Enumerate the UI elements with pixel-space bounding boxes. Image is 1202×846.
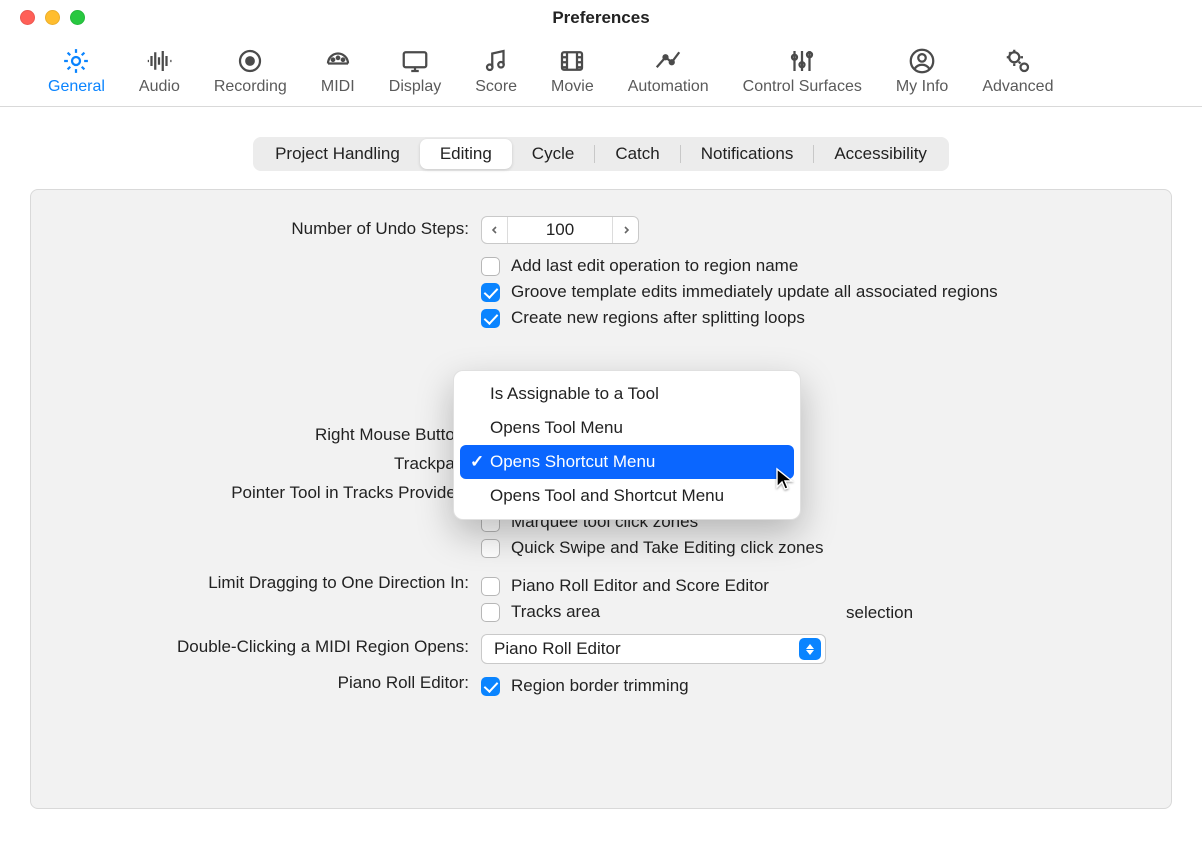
checkbox-label: Region border trimming bbox=[511, 676, 689, 696]
tab-editing[interactable]: Editing bbox=[420, 139, 512, 169]
subtabs: Project Handling Editing Cycle Catch Not… bbox=[253, 137, 949, 171]
undo-steps-stepper[interactable]: 100 bbox=[481, 216, 639, 244]
popup-value: Piano Roll Editor bbox=[494, 639, 621, 659]
window-controls bbox=[20, 10, 85, 25]
film-icon bbox=[555, 44, 589, 78]
checkbox-label: Add last edit operation to region name bbox=[511, 256, 798, 276]
toolbar-automation[interactable]: Automation bbox=[620, 40, 717, 98]
checkbox-quick-swipe[interactable] bbox=[481, 539, 500, 558]
undo-steps-label: Number of Undo Steps: bbox=[71, 216, 481, 239]
menu-item-assignable[interactable]: Is Assignable to a Tool bbox=[460, 377, 794, 411]
toolbar-label: Automation bbox=[628, 78, 709, 96]
trackpad-label: Trackpad: bbox=[71, 451, 481, 474]
menu-item-tool-and-shortcut[interactable]: Opens Tool and Shortcut Menu bbox=[460, 479, 794, 513]
zoom-window-button[interactable] bbox=[70, 10, 85, 25]
toolbar-label: General bbox=[48, 78, 105, 96]
record-icon bbox=[233, 44, 267, 78]
automation-curve-icon bbox=[651, 44, 685, 78]
toolbar-score[interactable]: Score bbox=[467, 40, 525, 98]
checkbox-label: Tracks area bbox=[511, 602, 600, 622]
user-icon bbox=[905, 44, 939, 78]
toolbar-label: Recording bbox=[214, 78, 287, 96]
tab-project-handling[interactable]: Project Handling bbox=[255, 139, 420, 169]
checkbox-label: Quick Swipe and Take Editing click zones bbox=[511, 538, 823, 558]
music-notes-icon bbox=[479, 44, 513, 78]
double-click-midi-popup[interactable]: Piano Roll Editor bbox=[481, 634, 826, 664]
stepper-decrement[interactable] bbox=[482, 217, 508, 243]
gears-icon bbox=[1001, 44, 1035, 78]
toolbar-label: Advanced bbox=[982, 78, 1053, 96]
toolbar-label: My Info bbox=[896, 78, 948, 96]
tab-cycle[interactable]: Cycle bbox=[512, 139, 595, 169]
checkbox-region-border-trimming[interactable] bbox=[481, 677, 500, 696]
checkbox-tracks-area[interactable] bbox=[481, 603, 500, 622]
checkbox-create-new-regions[interactable] bbox=[481, 309, 500, 328]
toolbar-advanced[interactable]: Advanced bbox=[974, 40, 1061, 98]
toolbar-audio[interactable]: Audio bbox=[131, 40, 188, 98]
toolbar-display[interactable]: Display bbox=[381, 40, 449, 98]
toolbar-general[interactable]: General bbox=[40, 40, 113, 98]
tab-notifications[interactable]: Notifications bbox=[681, 139, 814, 169]
checkbox-label: Create new regions after splitting loops bbox=[511, 308, 805, 328]
right-mouse-button-label: Right Mouse Button: bbox=[71, 422, 481, 445]
toolbar-label: Movie bbox=[551, 78, 594, 96]
toolbar-label: Score bbox=[475, 78, 517, 96]
checkbox-pianoroll-score[interactable] bbox=[481, 577, 500, 596]
piano-roll-editor-label: Piano Roll Editor: bbox=[71, 670, 481, 693]
pointer-tool-label: Pointer Tool in Tracks Provides: bbox=[71, 480, 481, 503]
sliders-icon bbox=[785, 44, 819, 78]
menu-item-shortcut-menu[interactable]: Opens Shortcut Menu bbox=[460, 445, 794, 479]
waveform-icon bbox=[142, 44, 176, 78]
toolbar-recording[interactable]: Recording bbox=[206, 40, 295, 98]
toolbar-midi[interactable]: MIDI bbox=[313, 40, 363, 98]
obscured-label-fragment: selection bbox=[846, 603, 913, 623]
minimize-window-button[interactable] bbox=[45, 10, 60, 25]
toolbar-label: MIDI bbox=[321, 78, 355, 96]
checkbox-label: Groove template edits immediately update… bbox=[511, 282, 998, 302]
toolbar-label: Audio bbox=[139, 78, 180, 96]
menu-item-tool-menu[interactable]: Opens Tool Menu bbox=[460, 411, 794, 445]
double-click-midi-label: Double-Clicking a MIDI Region Opens: bbox=[71, 634, 481, 657]
tab-catch[interactable]: Catch bbox=[595, 139, 679, 169]
checkbox-groove-template[interactable] bbox=[481, 283, 500, 302]
preferences-toolbar: General Audio Recording MIDI Display Sco… bbox=[0, 36, 1202, 107]
titlebar: Preferences bbox=[0, 0, 1202, 36]
display-icon bbox=[398, 44, 432, 78]
midi-port-icon bbox=[321, 44, 355, 78]
tab-accessibility[interactable]: Accessibility bbox=[814, 139, 947, 169]
window-title: Preferences bbox=[552, 8, 649, 28]
stepper-increment[interactable] bbox=[612, 217, 638, 243]
toolbar-movie[interactable]: Movie bbox=[543, 40, 602, 98]
gear-icon bbox=[59, 44, 93, 78]
checkbox-label: Piano Roll Editor and Score Editor bbox=[511, 576, 769, 596]
toolbar-my-info[interactable]: My Info bbox=[888, 40, 956, 98]
updown-caret-icon bbox=[799, 638, 821, 660]
toolbar-label: Control Surfaces bbox=[743, 78, 862, 96]
toolbar-label: Display bbox=[389, 78, 441, 96]
limit-dragging-label: Limit Dragging to One Direction In: bbox=[71, 570, 481, 593]
checkbox-add-last-edit[interactable] bbox=[481, 257, 500, 276]
toolbar-control-surfaces[interactable]: Control Surfaces bbox=[735, 40, 870, 98]
close-window-button[interactable] bbox=[20, 10, 35, 25]
stepper-value: 100 bbox=[508, 220, 612, 240]
right-mouse-button-menu[interactable]: Is Assignable to a Tool Opens Tool Menu … bbox=[453, 370, 801, 520]
